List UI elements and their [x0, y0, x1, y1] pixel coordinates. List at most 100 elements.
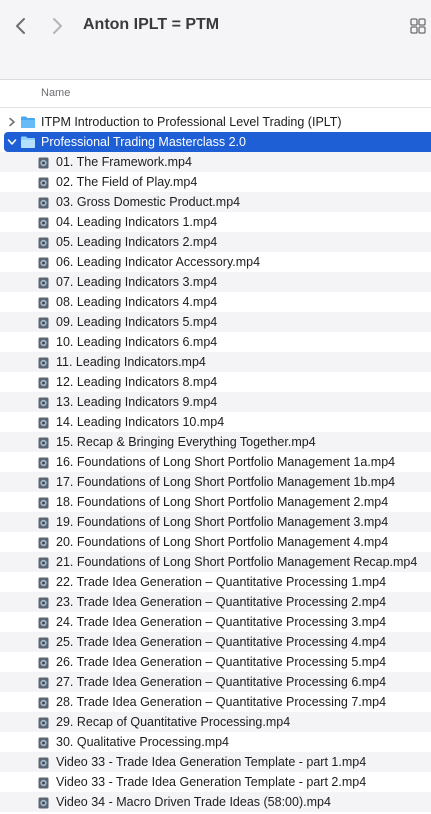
file-name: 01. The Framework.mp4 [56, 155, 192, 169]
file-name: 13. Leading Indicators 9.mp4 [56, 395, 218, 409]
file-row[interactable]: 27. Trade Idea Generation – Quantitative… [0, 672, 431, 692]
video-file-icon [38, 716, 49, 729]
video-file-icon [38, 496, 49, 509]
file-row[interactable]: 09. Leading Indicators 5.mp4 [0, 312, 431, 332]
video-file-icon [38, 376, 49, 389]
file-row[interactable]: Video 34 - Macro Driven Trade Ideas (58:… [0, 792, 431, 812]
file-name: 22. Trade Idea Generation – Quantitative… [56, 575, 387, 589]
file-row[interactable]: 02. The Field of Play.mp4 [0, 172, 431, 192]
name-column-header[interactable]: Name [41, 87, 70, 99]
video-file-icon [38, 456, 49, 469]
file-name: Video 33 - Trade Idea Generation Templat… [56, 775, 367, 789]
video-file-icon [38, 596, 49, 609]
file-row[interactable]: 16. Foundations of Long Short Portfolio … [0, 452, 431, 472]
chevron-right-icon [53, 18, 62, 34]
file-name: 11. Leading Indicators.mp4 [56, 355, 206, 369]
file-row[interactable]: 29. Recap of Quantitative Processing.mp4 [0, 712, 431, 732]
file-row[interactable]: 17. Foundations of Long Short Portfolio … [0, 472, 431, 492]
file-row[interactable]: 25. Trade Idea Generation – Quantitative… [0, 632, 431, 652]
video-file-icon [38, 296, 49, 309]
column-header: Name [0, 81, 431, 108]
chevron-left-icon [16, 18, 25, 34]
folder-label: Professional Trading Masterclass 2.0 [41, 135, 246, 149]
file-row[interactable]: 22. Trade Idea Generation – Quantitative… [0, 572, 431, 592]
file-name: 14. Leading Indicators 10.mp4 [56, 415, 225, 429]
video-file-icon [38, 536, 49, 549]
file-row[interactable]: 12. Leading Indicators 8.mp4 [0, 372, 431, 392]
file-name: 29. Recap of Quantitative Processing.mp4 [56, 715, 291, 729]
file-name: 19. Foundations of Long Short Portfolio … [56, 515, 389, 529]
file-row[interactable]: 04. Leading Indicators 1.mp4 [0, 212, 431, 232]
disclosure-collapsed-icon[interactable] [6, 116, 18, 128]
file-row[interactable]: 23. Trade Idea Generation – Quantitative… [0, 592, 431, 612]
file-name: 16. Foundations of Long Short Portfolio … [56, 455, 396, 469]
file-row[interactable]: 01. The Framework.mp4 [0, 152, 431, 172]
video-file-icon [38, 316, 49, 329]
folder-row-iplt[interactable]: ITPM Introduction to Professional Level … [0, 112, 431, 132]
video-file-icon [38, 476, 49, 489]
video-file-icon [38, 196, 49, 209]
file-row[interactable]: 21. Foundations of Long Short Portfolio … [0, 552, 431, 572]
file-row[interactable]: 10. Leading Indicators 6.mp4 [0, 332, 431, 352]
file-row[interactable]: 03. Gross Domestic Product.mp4 [0, 192, 431, 212]
file-row[interactable]: 15. Recap & Bringing Everything Together… [0, 432, 431, 452]
file-row[interactable]: 18. Foundations of Long Short Portfolio … [0, 492, 431, 512]
file-name: 07. Leading Indicators 3.mp4 [56, 275, 218, 289]
video-file-icon [38, 656, 49, 669]
view-options-button[interactable] [405, 14, 431, 38]
file-name: 28. Trade Idea Generation – Quantitative… [56, 695, 387, 709]
video-file-icon [38, 256, 49, 269]
file-name: 06. Leading Indicator Accessory.mp4 [56, 255, 261, 269]
video-file-icon [38, 176, 49, 189]
toolbar: Anton IPLT = PTM [0, 0, 431, 80]
file-name: 23. Trade Idea Generation – Quantitative… [56, 595, 387, 609]
file-row[interactable]: Video 33 - Trade Idea Generation Templat… [0, 752, 431, 772]
file-row[interactable]: 14. Leading Indicators 10.mp4 [0, 412, 431, 432]
file-name: 05. Leading Indicators 2.mp4 [56, 235, 218, 249]
file-row[interactable]: 07. Leading Indicators 3.mp4 [0, 272, 431, 292]
file-name: 02. The Field of Play.mp4 [56, 175, 198, 189]
file-name: 12. Leading Indicators 8.mp4 [56, 375, 218, 389]
video-file-icon [38, 696, 49, 709]
disclosure-expanded-icon[interactable] [6, 136, 18, 148]
file-row[interactable]: 30. Qualitative Processing.mp4 [0, 732, 431, 752]
video-file-icon [38, 796, 49, 809]
file-row[interactable]: 05. Leading Indicators 2.mp4 [0, 232, 431, 252]
video-file-icon [38, 616, 49, 629]
video-file-icon [38, 436, 49, 449]
file-name: 17. Foundations of Long Short Portfolio … [56, 475, 396, 489]
folder-row-ptm[interactable]: Professional Trading Masterclass 2.0 [4, 132, 431, 152]
file-row[interactable]: 19. Foundations of Long Short Portfolio … [0, 512, 431, 532]
file-row[interactable]: Video 33 - Trade Idea Generation Templat… [0, 772, 431, 792]
file-name: 27. Trade Idea Generation – Quantitative… [56, 675, 387, 689]
file-row[interactable]: 08. Leading Indicators 4.mp4 [0, 292, 431, 312]
file-row[interactable]: 28. Trade Idea Generation – Quantitative… [0, 692, 431, 712]
window-title: Anton IPLT = PTM [83, 16, 220, 33]
back-button[interactable] [9, 14, 33, 38]
file-name: 24. Trade Idea Generation – Quantitative… [56, 615, 387, 629]
file-row[interactable]: 24. Trade Idea Generation – Quantitative… [0, 612, 431, 632]
video-file-icon [38, 516, 49, 529]
file-row[interactable]: 20. Foundations of Long Short Portfolio … [0, 532, 431, 552]
forward-button[interactable] [45, 14, 69, 38]
file-name: 04. Leading Indicators 1.mp4 [56, 215, 218, 229]
file-row[interactable]: 06. Leading Indicator Accessory.mp4 [0, 252, 431, 272]
video-file-icon [38, 276, 49, 289]
file-name: 18. Foundations of Long Short Portfolio … [56, 495, 389, 509]
file-row[interactable]: 26. Trade Idea Generation – Quantitative… [0, 652, 431, 672]
file-name: 26. Trade Idea Generation – Quantitative… [56, 655, 387, 669]
video-file-icon [38, 576, 49, 589]
file-name: 20. Foundations of Long Short Portfolio … [56, 535, 389, 549]
video-file-icon [38, 236, 49, 249]
file-list: ITPM Introduction to Professional Level … [0, 112, 431, 812]
video-file-icon [38, 356, 49, 369]
file-row[interactable]: 11. Leading Indicators.mp4 [0, 352, 431, 372]
video-file-icon [38, 416, 49, 429]
file-name: 03. Gross Domestic Product.mp4 [56, 195, 241, 209]
file-name: 25. Trade Idea Generation – Quantitative… [56, 635, 387, 649]
file-name: 15. Recap & Bringing Everything Together… [56, 435, 316, 449]
video-file-icon [38, 756, 49, 769]
file-row[interactable]: 13. Leading Indicators 9.mp4 [0, 392, 431, 412]
video-file-icon [38, 776, 49, 789]
file-name: 30. Qualitative Processing.mp4 [56, 735, 230, 749]
